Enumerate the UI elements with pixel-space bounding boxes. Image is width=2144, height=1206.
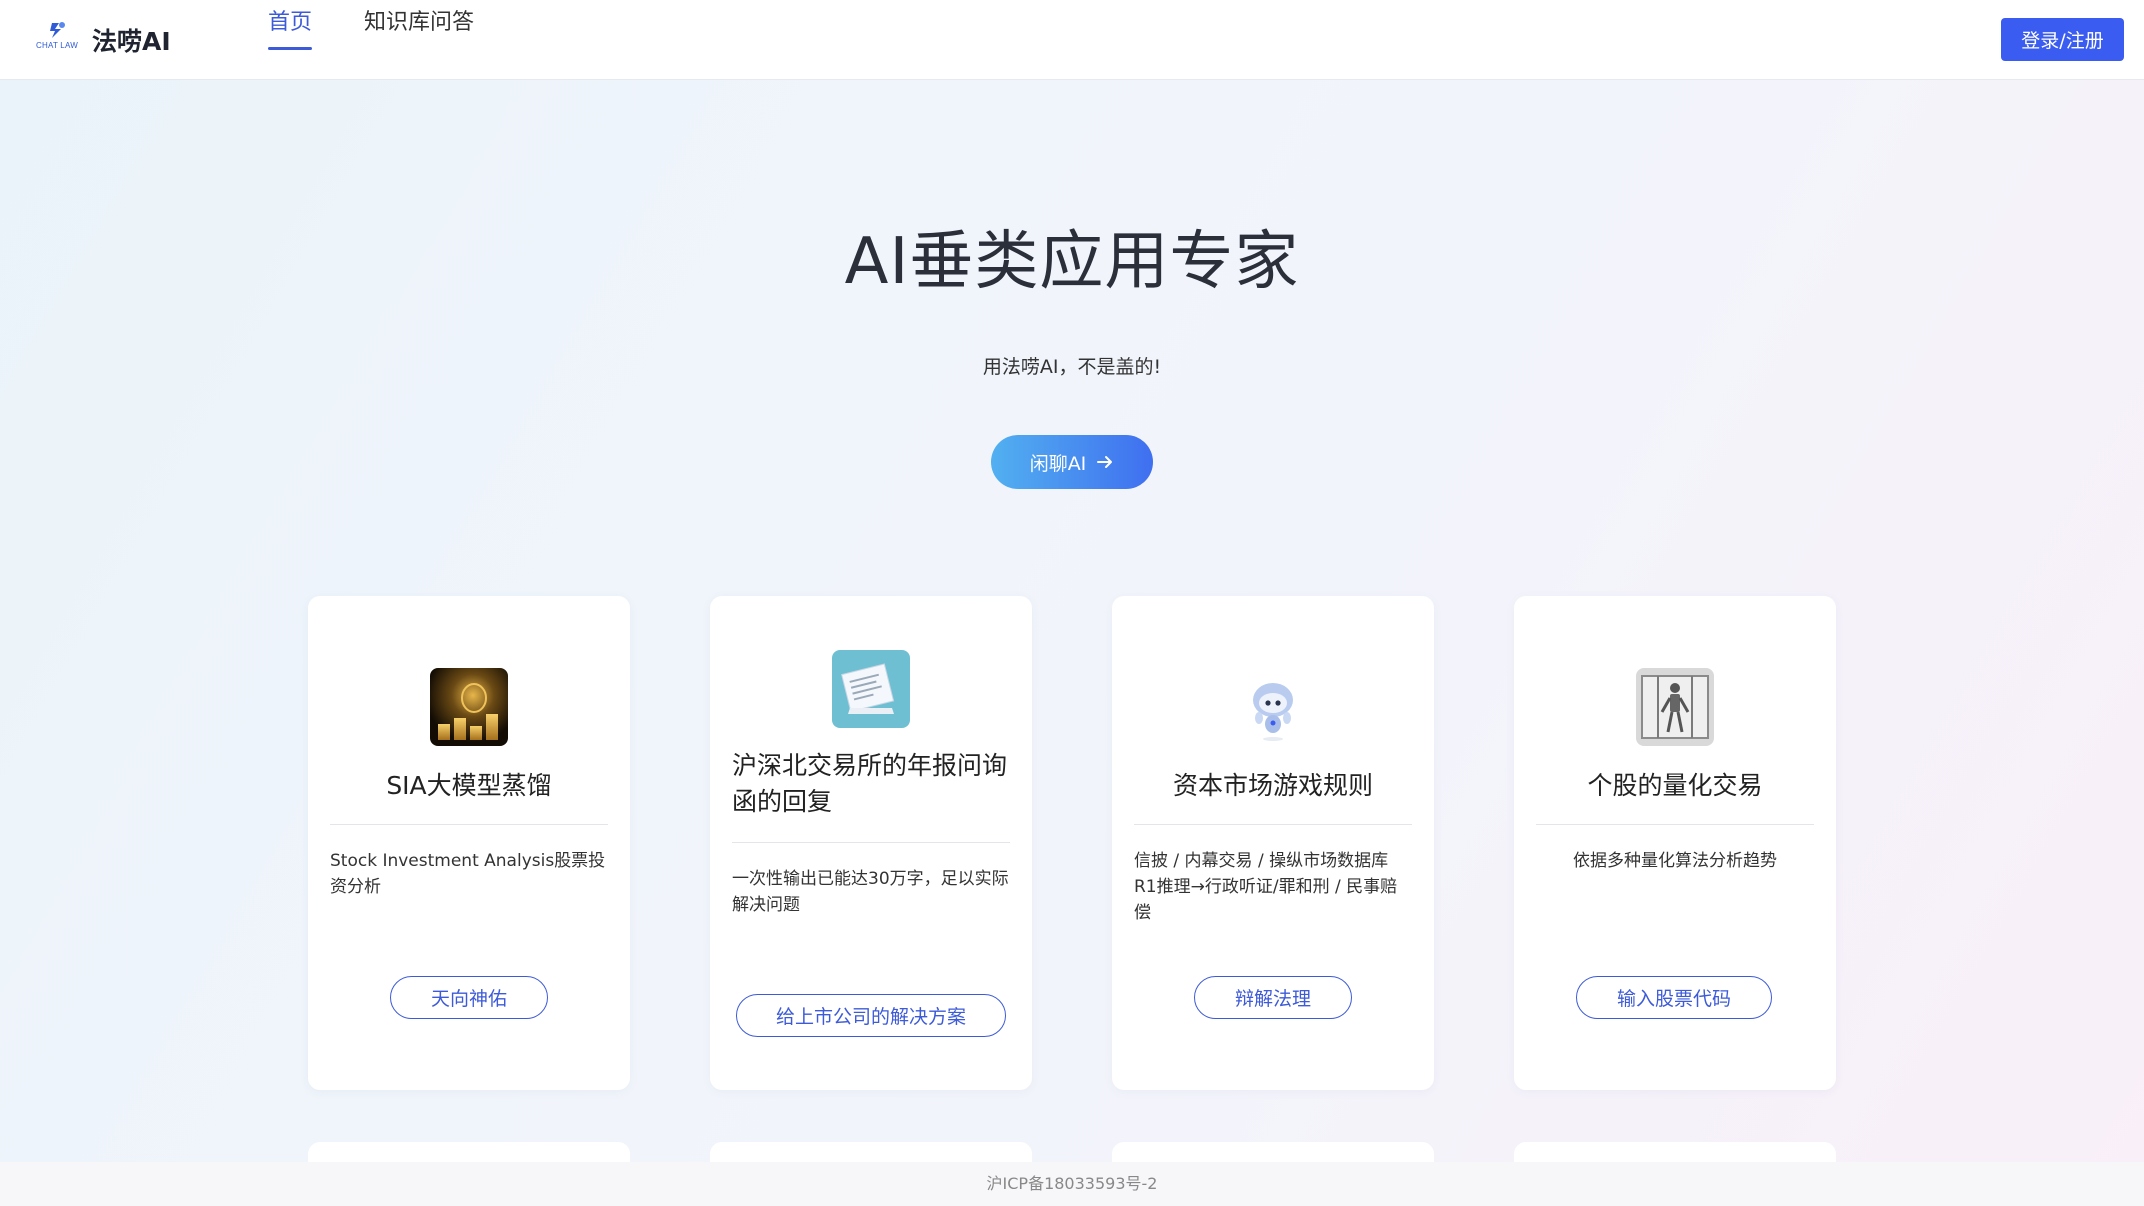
chatlaw-logo[interactable]: CHAT LAW [34, 20, 80, 54]
hero-subtitle: 用法唠AI，不是盖的! [982, 356, 1162, 378]
top-header: CHAT LAW 法唠AI 首页 知识库问答 登录/注册 [0, 0, 2144, 80]
card-title: 沪深北交易所的年报问询函的回复 [732, 751, 1008, 816]
logo-text: CHAT LAW [36, 41, 78, 50]
feature-card-sia: SIA大模型蒸馏 Stock Investment Analysis股票投资分析… [308, 596, 630, 1090]
card-divider [1134, 824, 1412, 825]
logo-mark-icon [50, 22, 65, 38]
card-partial [1514, 1142, 1836, 1162]
tab-home[interactable]: 首页 [268, 4, 313, 50]
login-register-button[interactable]: 登录/注册 [2001, 18, 2124, 61]
chat-ai-button[interactable]: 闲聊AI [991, 435, 1153, 489]
card-description: 信披 / 内幕交易 / 操纵市场数据库 R1推理→行政听证/罪和刑 / 民事赔偿 [1134, 851, 1398, 923]
feature-card-market-rules: 资本市场游戏规则 信披 / 内幕交易 / 操纵市场数据库 R1推理→行政听证/罪… [1112, 596, 1434, 1090]
card-description: Stock Investment Analysis股票投资分析 [330, 851, 606, 897]
robot-mascot-icon [1234, 668, 1312, 746]
card-divider [330, 824, 608, 825]
card-partial [1112, 1142, 1434, 1162]
card-divider [732, 842, 1010, 843]
card-partial [308, 1142, 630, 1162]
card-action-button[interactable]: 辩解法理 [1194, 976, 1352, 1019]
card-action-button[interactable]: 输入股票代码 [1576, 976, 1772, 1019]
hero-title: AI垂类应用专家 [844, 225, 1300, 299]
document-letter-icon [832, 650, 910, 728]
card-title: 个股的量化交易 [1587, 771, 1763, 800]
card-partial [710, 1142, 1032, 1162]
tab-knowledge-qa[interactable]: 知识库问答 [364, 4, 474, 48]
card-description: 依据多种量化算法分析趋势 [1573, 851, 1777, 871]
card-description: 一次性输出已能达30万字，足以实际解决问题 [732, 869, 1009, 915]
card-title: 资本市场游戏规则 [1172, 771, 1373, 800]
card-action-button[interactable]: 天向神佑 [390, 976, 548, 1019]
card-title: SIA大模型蒸馏 [386, 771, 552, 800]
feature-card-annual-report: 沪深北交易所的年报问询函的回复 一次性输出已能达30万字，足以实际解决问题 给上… [710, 596, 1032, 1090]
card-divider [1536, 824, 1814, 825]
brand-name[interactable]: 法唠AI [92, 22, 171, 58]
robot-skeleton-icon [1636, 668, 1714, 746]
feature-card-quant-trading: 个股的量化交易 依据多种量化算法分析趋势 输入股票代码 [1514, 596, 1836, 1090]
gold-coins-icon [430, 668, 508, 746]
chat-ai-label: 闲聊AI [1029, 452, 1087, 475]
arrow-right-icon [1097, 456, 1113, 468]
icp-footer[interactable]: 沪ICP备18033593号-2 [0, 1162, 2144, 1206]
card-action-button[interactable]: 给上市公司的解决方案 [736, 994, 1006, 1037]
